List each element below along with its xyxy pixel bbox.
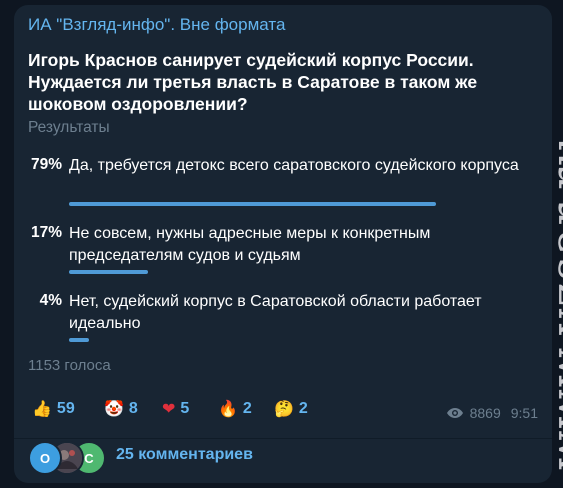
reaction-count: 5: [180, 400, 190, 417]
message-time: 9:51: [510, 405, 538, 421]
eye-icon: [446, 408, 463, 418]
watermark-text: www.vzsar.ru: [540, 134, 563, 470]
fire-icon: 🔥: [218, 401, 238, 418]
screen: { "channel_name": "ИА \"Взгляд-инфо\". В…: [0, 0, 563, 488]
poll-option-percent: 4%: [39, 292, 62, 309]
commenter-avatars[interactable]: О С: [28, 441, 118, 475]
poll-option-bar: [69, 202, 436, 206]
reaction-thumbs-up[interactable]: 👍 59: [32, 396, 75, 422]
poll-option-percent: 79%: [30, 156, 62, 173]
reaction-count: 2: [298, 400, 308, 417]
reaction-count: 8: [128, 400, 138, 417]
reaction-count: 59: [56, 400, 75, 417]
clown-icon: 🤡: [104, 401, 124, 418]
message-meta: 8869 9:51: [446, 405, 538, 421]
poll-option-bar: [69, 270, 148, 274]
poll-option-bar: [69, 338, 89, 342]
divider: [14, 438, 552, 439]
reaction-fire[interactable]: 🔥 2: [218, 396, 252, 422]
message-bubble: ИА "Взгляд-инфо". Вне формата Игорь Крас…: [14, 5, 552, 483]
poll-votes-count: 1153 голоса: [28, 357, 111, 374]
thinking-face-icon: 🤔: [274, 401, 294, 418]
reaction-clown[interactable]: 🤡 8: [104, 396, 138, 422]
poll-question: Игорь Краснов санирует судейский корпус …: [28, 50, 478, 114]
poll-option-text: Не совсем, нужны адресные меры к конкрет…: [69, 225, 431, 264]
thumbs-up-icon: 👍: [32, 401, 52, 418]
poll-option-text: Нет, судейский корпус в Саратовской обла…: [69, 293, 482, 332]
reaction-count: 2: [242, 400, 252, 417]
heart-icon: ❤: [162, 401, 176, 418]
views-count: 8869: [469, 405, 501, 421]
poll-option-percent: 17%: [30, 224, 62, 241]
reaction-heart[interactable]: ❤ 5: [162, 396, 189, 422]
comments-link[interactable]: 25 комментариев: [116, 446, 253, 464]
avatar: О: [28, 441, 62, 475]
channel-name[interactable]: ИА "Взгляд-инфо". Вне формата: [28, 15, 285, 35]
poll-results-label: Результаты: [28, 119, 110, 136]
reaction-thinking[interactable]: 🤔 2: [274, 396, 308, 422]
poll-option-text: Да, требуется детокс всего саратовского …: [69, 157, 519, 174]
